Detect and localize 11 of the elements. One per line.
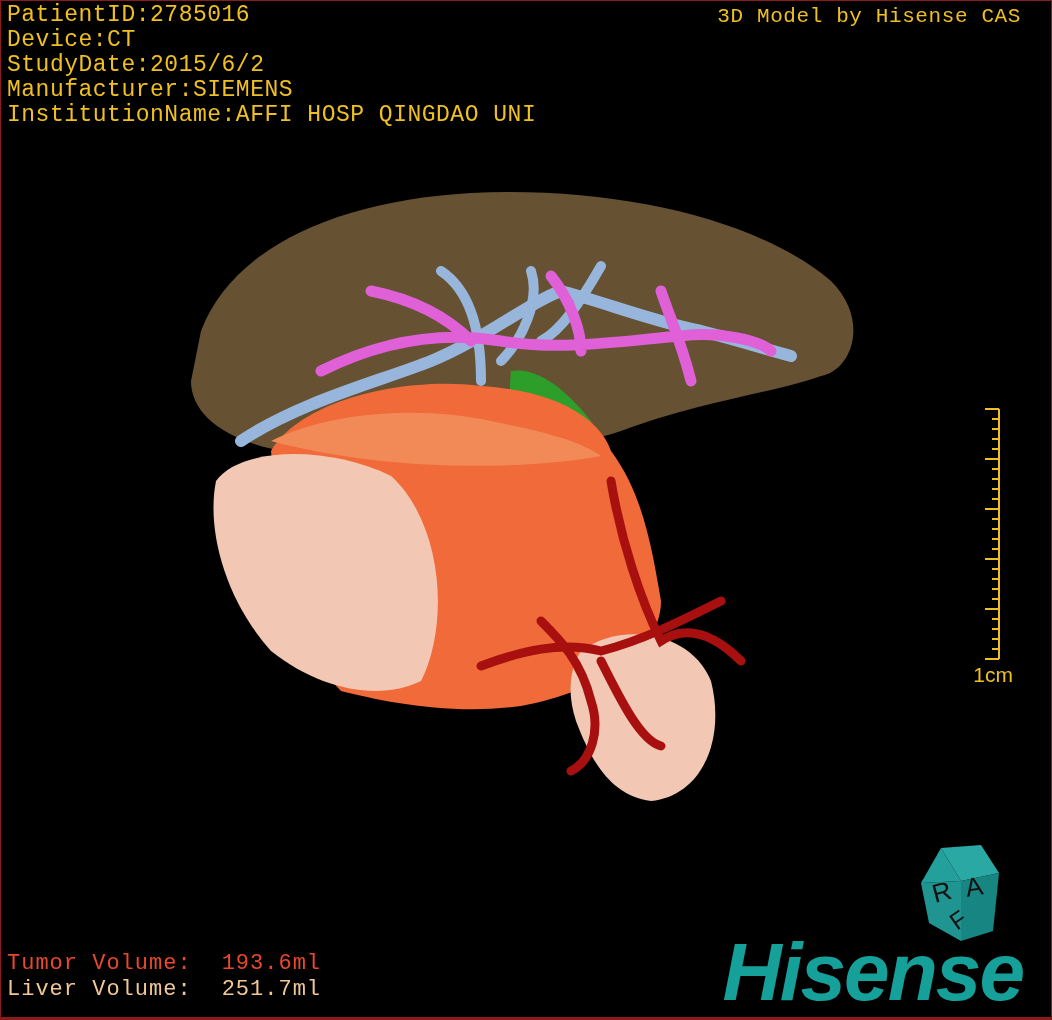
- scale-label: 1cm: [973, 663, 1013, 687]
- volume-value: 193.6ml: [221, 951, 322, 977]
- patient-info-text: InstitutionName:AFFI HOSP QINGDAO UNI: [7, 103, 537, 128]
- volume-label: Liver Volume:: [7, 977, 192, 1003]
- patient-info-text: Device:CT: [7, 28, 137, 53]
- credit-text: 3D Model by Hisense CAS: [717, 4, 1021, 29]
- patient-info-text: StudyDate:2015/6/2: [7, 53, 266, 78]
- volume-label: Tumor Volume:: [7, 951, 192, 977]
- volume-value: 251.7ml: [221, 977, 322, 1003]
- patient-info-text: PatientID:2785016: [7, 3, 252, 28]
- patient-info-text: Manufacturer:SIEMENS: [7, 78, 295, 103]
